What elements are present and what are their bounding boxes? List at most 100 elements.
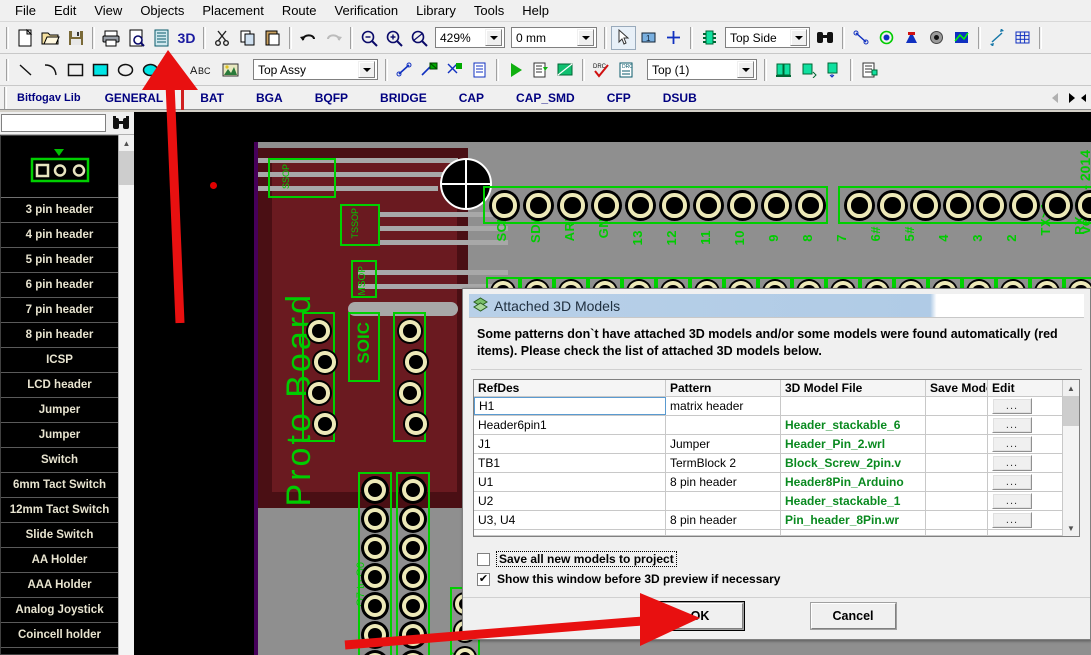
menu-item-objects[interactable]: Objects [131,0,193,21]
polygon-tool-icon[interactable] [949,26,974,50]
table-row[interactable]: TB1 TermBlock 2 Block_Screw_2pin.v ... [474,454,1062,473]
edit-button[interactable]: ... [992,474,1032,490]
comp-item-6-pin-header[interactable]: 6 pin header [1,273,118,298]
cell-edit[interactable] [988,530,1036,535]
proto-matrix-pad[interactable] [399,592,427,620]
text-abc-icon[interactable]: A BC [188,58,218,82]
dip-pad-right[interactable] [397,380,423,406]
comp-item-12mm-tact-switch[interactable]: 12mm Tact Switch [1,498,118,523]
cell-model[interactable]: Header_Pin_2.wrl [781,435,926,453]
cell-save[interactable] [926,416,988,434]
cut-icon[interactable] [210,26,235,50]
grid-scrollbar[interactable]: ▲ ▼ [1062,380,1079,536]
header-pad-top-right[interactable] [976,190,1007,221]
route-cut-icon[interactable] [442,58,467,82]
save-all-models-checkbox[interactable] [477,552,490,566]
lib-tab-bga[interactable]: BGA [240,91,299,105]
table-row[interactable]: U1 8 pin header Header8Pin_Arduino ... [474,473,1062,492]
cell-refdes[interactable]: J1 [474,435,666,453]
comp-item-icsp[interactable]: ICSP [1,348,118,373]
cell-pattern[interactable]: 8 pin header [666,511,781,529]
menu-item-view[interactable]: View [85,0,131,21]
cell-edit[interactable]: ... [988,492,1036,510]
header-pad-top-right[interactable] [1009,190,1040,221]
cell-model[interactable]: Block_Screw_2pin.v [781,454,926,472]
proto-matrix-pad[interactable] [361,534,389,562]
measure-icon[interactable]: 1 [636,26,661,50]
signal-layer-combo[interactable]: Top (1) [647,59,757,80]
pad-tool-icon[interactable] [899,26,924,50]
cell-model[interactable]: Header8Pin_Arduino [781,473,926,491]
3-pin-header-preview[interactable] [1,136,118,198]
cell-model[interactable]: Header_stackable_1 [781,492,926,510]
zoom-window-icon[interactable] [407,26,432,50]
filled-ellipse-icon[interactable] [138,58,163,82]
header-pad-top-left[interactable] [557,190,588,221]
copper-pour-icon[interactable] [553,58,578,82]
comp-item-lcd-header[interactable]: LCD header [1,373,118,398]
cell-pattern[interactable] [666,492,781,510]
edit-button[interactable]: ... [992,398,1032,414]
header-pad-top-right[interactable] [943,190,974,221]
lib-nav-next-icon[interactable] [1063,87,1079,108]
panelize-icon[interactable] [771,58,796,82]
bom-report-icon[interactable] [857,58,882,82]
save-all-models-row[interactable]: Save all new models to project [477,549,1076,569]
proto-matrix-pad[interactable] [399,534,427,562]
cell-edit[interactable]: ... [988,473,1036,491]
menu-item-placement[interactable]: Placement [193,0,272,21]
cell-edit[interactable]: ... [988,397,1036,415]
scroll-up-icon[interactable]: ▲ [1063,380,1079,396]
comp-item-switch[interactable]: Switch [1,448,118,473]
cell-pattern[interactable]: Jumper [666,435,781,453]
lib-tab-cfp[interactable]: CFP [591,91,647,105]
proto-matrix-pad[interactable] [361,563,389,591]
select-arrow-icon[interactable] [611,25,636,50]
run-autoroute-icon[interactable] [503,58,528,82]
chevron-down-icon[interactable] [737,61,754,78]
lib-tab-bat[interactable]: BAT [184,91,240,105]
dip-pad-left[interactable] [306,318,332,344]
cell-pattern[interactable]: TermBlock 2 [666,454,781,472]
polyline-icon[interactable] [163,58,188,82]
lib-tab-dsub[interactable]: DSUB [647,91,713,105]
menu-item-library[interactable]: Library [407,0,465,21]
dip-pad-left[interactable] [306,380,332,406]
cell-save[interactable] [926,435,988,453]
drc-check-icon[interactable]: DRC [589,58,614,82]
swap-component-icon[interactable] [821,58,846,82]
component-list-scrollbar[interactable]: ▲ [118,135,134,655]
route-trace-icon[interactable] [392,58,417,82]
binoculars-icon[interactable] [108,113,134,134]
comp-item-aa-holder[interactable]: AA Holder [1,548,118,573]
header-pad-top-right[interactable] [1042,190,1073,221]
assembly-layer-combo[interactable]: Top Assy [253,59,378,80]
cell-save[interactable] [926,492,988,510]
proto-matrix-pad[interactable] [399,476,427,504]
origin-crosshair-icon[interactable] [661,26,686,50]
undo-icon[interactable] [296,26,321,50]
grid-icon[interactable] [1010,26,1035,50]
edit-button[interactable]: ... [992,512,1032,528]
cancel-button[interactable]: Cancel [810,602,896,629]
lib-tab-general[interactable]: GENERAL [87,91,182,105]
cell-save[interactable] [926,397,988,415]
filled-rectangle-icon[interactable] [88,58,113,82]
cell-model[interactable]: Header_stackable_6 [781,416,926,434]
lib-nav-more-icon[interactable] [1079,87,1089,108]
zoom-in-icon[interactable] [357,26,382,50]
menu-item-file[interactable]: File [6,0,45,21]
header-pad-top-left[interactable] [727,190,758,221]
cell-model[interactable] [781,397,926,415]
header-pad-top-left[interactable] [625,190,656,221]
dip-pad-right[interactable] [403,411,429,437]
arc-icon[interactable] [38,58,63,82]
dip-pad-right[interactable] [403,349,429,375]
table-row[interactable]: J1 Jumper Header_Pin_2.wrl ... [474,435,1062,454]
table-row-empty[interactable] [474,530,1062,536]
scroll-track[interactable] [1063,426,1079,520]
models-grid[interactable]: RefDes Pattern 3D Model File Save Model … [473,379,1080,537]
header-pad-top-left[interactable] [795,190,826,221]
header-pad-top-left[interactable] [591,190,622,221]
cell-refdes[interactable]: TB1 [474,454,666,472]
